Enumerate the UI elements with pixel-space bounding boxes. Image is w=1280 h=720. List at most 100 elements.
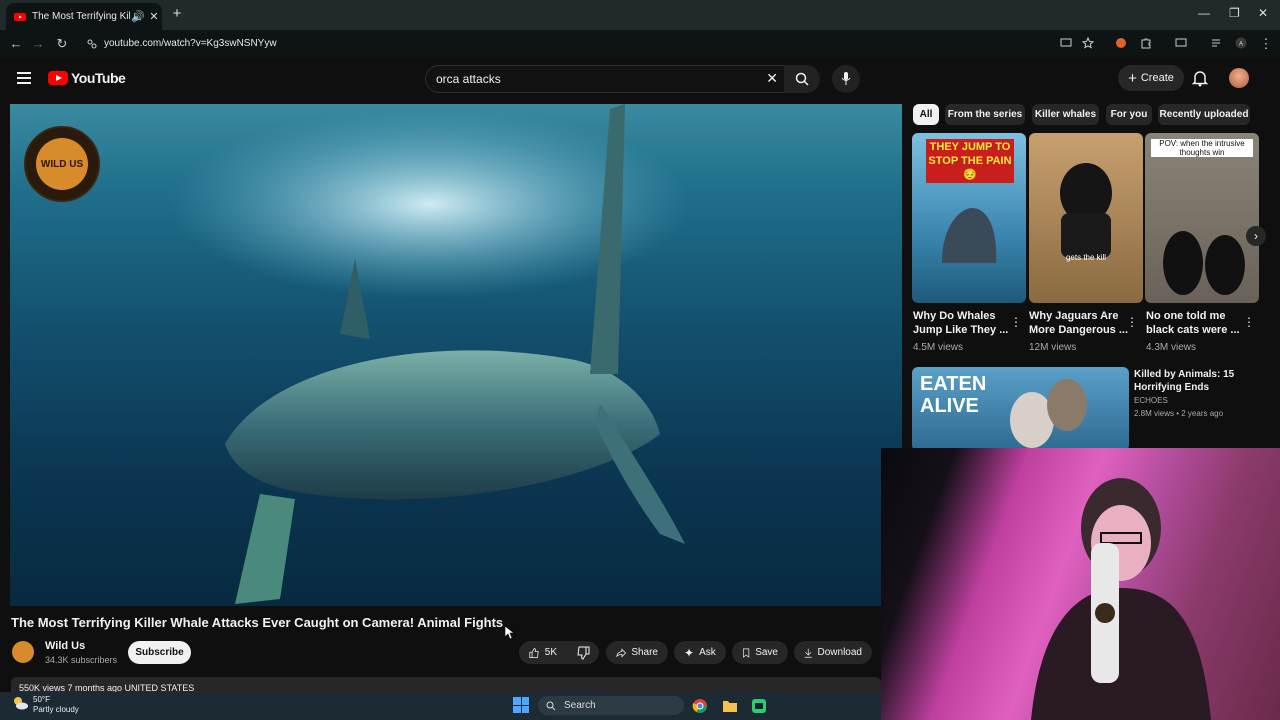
taskbar-search-box[interactable]: Search: [538, 696, 684, 715]
partly-cloudy-weather-icon[interactable]: [12, 696, 28, 710]
thumbs-down-icon: [577, 646, 590, 660]
short-thumbnail[interactable]: gets the kill: [1029, 133, 1143, 303]
shorts-next-arrow-icon[interactable]: ›: [1246, 226, 1266, 246]
short-views: 12M views: [1029, 342, 1077, 353]
video-title: The Most Terrifying Killer Whale Attacks…: [11, 615, 504, 630]
youtube-logo-text: YouTube: [71, 70, 126, 86]
channel-avatar[interactable]: [12, 641, 34, 663]
chip-from-the-series[interactable]: From the series: [945, 104, 1025, 125]
chip-killer-whales[interactable]: Killer whales: [1032, 104, 1099, 125]
chrome-icon[interactable]: [692, 698, 708, 714]
recommended-video-meta: 2.8M views • 2 years ago: [1134, 409, 1224, 418]
short-views: 4.5M views: [913, 342, 964, 353]
video-frame-orca-image: [170, 104, 690, 604]
youtube-play-logo-icon: [48, 71, 68, 85]
taskbar-search-icon: [546, 701, 556, 710]
reload-icon[interactable]: ↻: [54, 36, 70, 52]
watermark-logo-text: WILD US: [40, 158, 84, 170]
short-thumbnail[interactable]: POV: when the intrusive thoughts win: [1145, 133, 1259, 303]
search-input[interactable]: [434, 71, 758, 87]
download-label: Download: [817, 647, 862, 658]
share-button[interactable]: Share: [606, 641, 668, 664]
file-explorer-icon[interactable]: [722, 698, 738, 714]
ask-button[interactable]: ✦ Ask: [674, 641, 726, 664]
short-overlay-text: THEY JUMP TO STOP THE PAIN 😔: [926, 139, 1014, 183]
short-views: 4.3M views: [1146, 342, 1197, 353]
address-bar[interactable]: youtube.com/watch?v=Kg3swNSNYyw: [80, 34, 1110, 54]
restore-icon[interactable]: ❐: [1229, 6, 1240, 20]
minimize-icon[interactable]: —: [1198, 6, 1210, 20]
bookmark-star-icon[interactable]: [1082, 37, 1094, 49]
more-options-icon[interactable]: ⋮: [1243, 315, 1255, 329]
channel-name[interactable]: Wild Us: [45, 640, 85, 652]
mouse-cursor-icon: [505, 626, 515, 640]
bookmark-icon: [743, 648, 750, 658]
close-tab-icon[interactable]: ✕: [146, 10, 162, 23]
youtube-logo[interactable]: YouTube: [48, 70, 126, 86]
browser-toolbar: ← → ↻ youtube.com/watch?v=Kg3swNSNYyw A …: [0, 30, 1280, 58]
short-overlay-text: POV: when the intrusive thoughts win: [1151, 139, 1253, 157]
video-description-meta[interactable]: 550K views 7 months ago UNITED STATES: [11, 677, 881, 693]
chip-recently-uploaded[interactable]: Recently uploaded: [1158, 104, 1250, 125]
search-box: ✕: [425, 65, 785, 93]
new-tab-icon[interactable]: +: [170, 6, 184, 22]
account-avatar[interactable]: [1229, 68, 1249, 88]
more-options-icon[interactable]: ⋮: [1010, 315, 1022, 329]
chip-all[interactable]: All: [913, 104, 939, 125]
search-button[interactable]: [784, 65, 820, 93]
dislike-button[interactable]: [567, 641, 599, 664]
recommended-video-title[interactable]: Killed by Animals: 15 Horrifying Ends: [1134, 368, 1264, 394]
sparkle-icon: ✦: [684, 645, 695, 660]
browser-tab[interactable]: The Most Terrifying Killer W 🔊 ✕: [6, 3, 162, 30]
download-button[interactable]: Download: [794, 641, 872, 664]
short-overlay-text: gets the kill: [1065, 253, 1107, 262]
close-window-icon[interactable]: ✕: [1258, 6, 1268, 20]
svg-text:A: A: [1239, 42, 1243, 48]
media-controls-icon[interactable]: [1211, 37, 1223, 49]
streamer-webcam-image: [1031, 478, 1211, 720]
ask-label: Ask: [699, 647, 716, 658]
subscribe-button[interactable]: Subscribe: [128, 641, 191, 664]
voice-search-button[interactable]: [832, 65, 860, 93]
extension-badge-icon[interactable]: [1115, 37, 1127, 49]
forward-icon[interactable]: →: [30, 36, 46, 51]
share-arrow-icon: [616, 647, 627, 658]
short-thumbnail[interactable]: THEY JUMP TO STOP THE PAIN 😔: [912, 133, 1026, 303]
weather-description: Partly cloudy: [33, 705, 79, 714]
back-icon[interactable]: ←: [8, 36, 24, 51]
profile-icon[interactable]: A: [1235, 37, 1247, 49]
more-options-icon[interactable]: ⋮: [1126, 315, 1138, 329]
black-cats-image: [1163, 231, 1245, 295]
channel-watermark-logo: WILD US: [24, 126, 100, 202]
short-title[interactable]: Why Jaguars Are More Dangerous ...: [1029, 309, 1129, 337]
site-info-icon[interactable]: [87, 39, 97, 49]
chip-for-you[interactable]: For you: [1106, 104, 1152, 125]
like-button[interactable]: 5K: [519, 641, 567, 664]
microphone-icon: [841, 72, 851, 85]
download-icon: [804, 648, 812, 658]
weather-temperature: 50°F: [33, 695, 50, 704]
thumbnail-overlay-text: EATEN ALIVE: [920, 373, 987, 417]
install-app-icon[interactable]: [1060, 37, 1072, 49]
create-button[interactable]: + Create: [1118, 65, 1184, 91]
cast-icon[interactable]: [1175, 37, 1187, 49]
browser-menu-icon[interactable]: ⋮: [1258, 36, 1274, 52]
taskbar-search-label: Search: [564, 700, 596, 711]
youtube-favicon-icon: [14, 12, 26, 21]
recommended-channel-name[interactable]: ECHOES: [1134, 396, 1168, 405]
video-player[interactable]: [10, 104, 902, 606]
extensions-icon[interactable]: [1140, 37, 1152, 49]
windows-start-icon[interactable]: [513, 697, 529, 713]
short-title[interactable]: No one told me black cats were ...: [1146, 309, 1246, 337]
recommended-video-thumbnail[interactable]: EATEN ALIVE: [912, 367, 1129, 451]
app-icon[interactable]: [751, 698, 767, 714]
short-title[interactable]: Why Do Whales Jump Like They ...: [913, 309, 1013, 337]
hamburger-menu-icon[interactable]: [17, 72, 31, 84]
clear-search-icon[interactable]: ✕: [766, 70, 778, 87]
save-label: Save: [755, 647, 778, 658]
panther-image: [1060, 163, 1112, 258]
share-label: Share: [631, 647, 658, 658]
notifications-bell-icon[interactable]: [1192, 69, 1208, 87]
speaker-icon[interactable]: 🔊: [130, 10, 146, 23]
save-button[interactable]: Save: [732, 641, 788, 664]
